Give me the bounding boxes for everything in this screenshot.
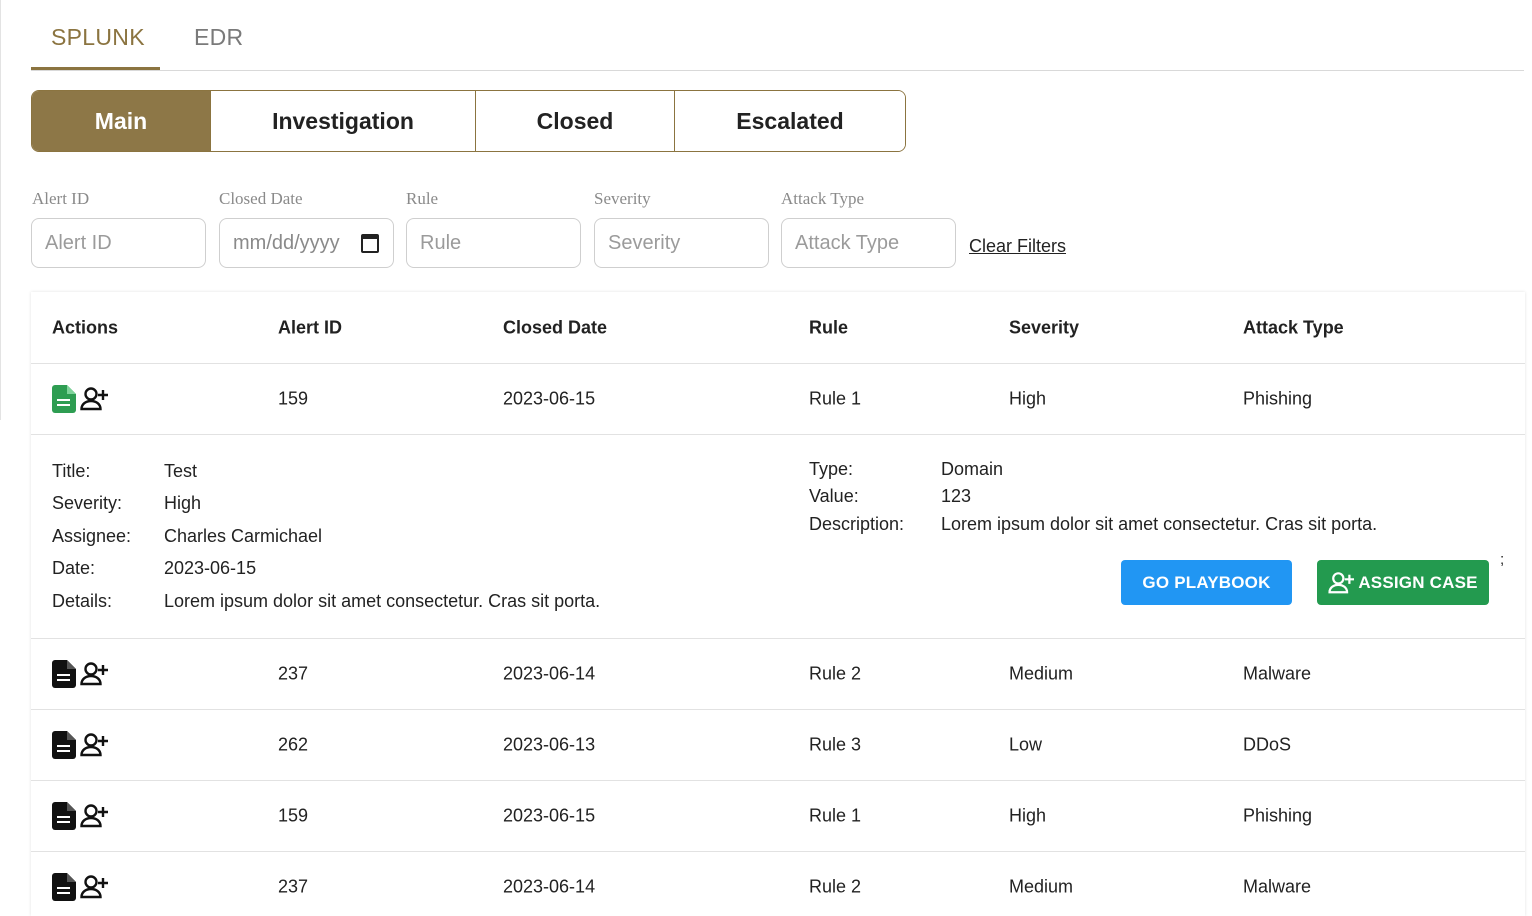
cell-alert-id: 237 [278, 663, 309, 684]
detail-description-key: Description: [809, 514, 905, 534]
header-closed-date[interactable]: Closed Date [503, 317, 607, 338]
alert-detail-panel: Title: Test Severity: High Assignee: Cha… [31, 434, 1525, 639]
cell-severity: Medium [1009, 663, 1074, 684]
detail-date-key: Date: [52, 558, 96, 578]
row-actions [52, 385, 110, 413]
cell-severity: High [1009, 388, 1047, 409]
cell-attack-type: DDoS [1243, 734, 1292, 755]
cell-closed-date: 2023-06-14 [503, 876, 596, 897]
cell-closed-date: 2023-06-13 [503, 734, 596, 755]
rule-filter-label: Rule [406, 189, 439, 208]
header-severity[interactable]: Severity [1009, 317, 1079, 338]
detail-assignee-value: Charles Carmichael [164, 526, 323, 546]
row-actions [52, 802, 110, 830]
cell-attack-type: Malware [1243, 663, 1312, 684]
detail-title-value: Test [164, 461, 198, 481]
alert-id-filter-label: Alert ID [32, 189, 90, 208]
closed-date-filter-label: Closed Date [219, 189, 303, 208]
row-actions [52, 731, 110, 759]
document-icon[interactable] [52, 731, 76, 759]
table-row[interactable]: 159 2023-06-15 Rule 1 High Phishing [31, 364, 1525, 435]
cell-closed-date: 2023-06-15 [503, 805, 596, 826]
header-rule[interactable]: Rule [809, 317, 848, 338]
detail-assignee-key: Assignee: [52, 526, 132, 546]
table-row[interactable]: 159 2023-06-15 Rule 1 High Phishing [31, 781, 1525, 852]
detail-value-key: Value: [809, 486, 859, 506]
attack-type-filter-input[interactable] [781, 218, 956, 268]
document-icon[interactable] [52, 873, 76, 901]
person-add-icon [1328, 571, 1355, 593]
rule-filter-input[interactable] [406, 218, 581, 268]
date-placeholder: mm/dd/yyyy [233, 231, 340, 254]
detail-date-value: 2023-06-15 [164, 558, 257, 578]
cell-rule: Rule 1 [809, 805, 862, 826]
severity-filter-label: Severity [594, 189, 651, 208]
left-border [0, 0, 1, 420]
cell-alert-id: 262 [278, 734, 309, 755]
detail-details-value: Lorem ipsum dolor sit amet consectetur. … [164, 591, 601, 611]
cell-attack-type: Malware [1243, 876, 1312, 897]
detail-type-value: Domain [941, 459, 1004, 479]
header-attack-type[interactable]: Attack Type [1243, 317, 1344, 338]
detail-details-key: Details: [52, 591, 113, 611]
detail-value-value: 123 [941, 486, 972, 506]
alert-id-filter-input[interactable] [31, 218, 206, 268]
active-tab-indicator [31, 67, 160, 70]
table-row[interactable]: 262 2023-06-13 Rule 3 Low DDoS [31, 710, 1525, 781]
cell-alert-id: 237 [278, 876, 309, 897]
detail-severity-value: High [164, 493, 202, 513]
cell-alert-id: 159 [278, 388, 309, 409]
cell-severity: Low [1009, 734, 1043, 755]
row-actions [52, 873, 110, 901]
go-playbook-button[interactable]: GO PLAYBOOK [1121, 560, 1292, 605]
person-add-icon[interactable] [80, 803, 110, 829]
closed-date-filter-input[interactable]: mm/dd/yyyy [219, 218, 394, 268]
document-icon[interactable] [52, 660, 76, 688]
detail-severity-key: Severity: [52, 493, 123, 513]
cell-rule: Rule 2 [809, 876, 862, 897]
document-icon[interactable] [52, 385, 76, 413]
cell-alert-id: 159 [278, 805, 309, 826]
clear-filters-link[interactable]: Clear Filters [969, 236, 1066, 257]
tab-edr[interactable]: EDR [194, 24, 243, 51]
cell-closed-date: 2023-06-14 [503, 663, 596, 684]
person-add-icon[interactable] [80, 874, 110, 900]
header-actions[interactable]: Actions [52, 317, 118, 338]
tab-splunk[interactable]: SPLUNK [51, 24, 145, 51]
attack-type-filter-label: Attack Type [781, 189, 864, 208]
row-actions [52, 660, 110, 688]
cell-severity: High [1009, 805, 1047, 826]
cell-rule: Rule 3 [809, 734, 862, 755]
tab-closed[interactable]: Closed [476, 91, 675, 151]
table-row[interactable]: 237 2023-06-14 Rule 2 Medium Malware [31, 852, 1525, 916]
cell-rule: Rule 2 [809, 663, 862, 684]
cell-rule: Rule 1 [809, 388, 862, 409]
person-add-icon[interactable] [80, 386, 110, 412]
cell-attack-type: Phishing [1243, 388, 1313, 409]
status-tabs: Main Investigation Closed Escalated [31, 90, 906, 152]
alerts-table: Actions Alert ID Closed Date Rule Severi… [31, 292, 1525, 916]
severity-filter-input[interactable] [594, 218, 769, 268]
cell-closed-date: 2023-06-15 [503, 388, 596, 409]
detail-type-key: Type: [809, 459, 854, 479]
assign-case-label: ASSIGN CASE [1358, 572, 1478, 592]
stray-semicolon: ; [1500, 551, 1505, 568]
tab-escalated[interactable]: Escalated [675, 91, 905, 151]
table-row[interactable]: 237 2023-06-14 Rule 2 Medium Malware [31, 639, 1525, 710]
source-tabs: SPLUNK EDR [31, 0, 1524, 71]
document-icon[interactable] [52, 802, 76, 830]
detail-title-key: Title: [52, 461, 91, 481]
cell-attack-type: Phishing [1243, 805, 1313, 826]
cell-severity: Medium [1009, 876, 1074, 897]
person-add-icon[interactable] [80, 732, 110, 758]
calendar-icon[interactable] [361, 234, 379, 253]
header-alert-id[interactable]: Alert ID [278, 317, 342, 338]
assign-case-button[interactable]: ASSIGN CASE [1317, 560, 1489, 605]
tab-main[interactable]: Main [32, 91, 211, 151]
detail-description-value: Lorem ipsum dolor sit amet consectetur. … [941, 514, 1378, 534]
person-add-icon[interactable] [80, 661, 110, 687]
table-header-row: Actions Alert ID Closed Date Rule Severi… [31, 292, 1525, 364]
tab-investigation[interactable]: Investigation [211, 91, 476, 151]
